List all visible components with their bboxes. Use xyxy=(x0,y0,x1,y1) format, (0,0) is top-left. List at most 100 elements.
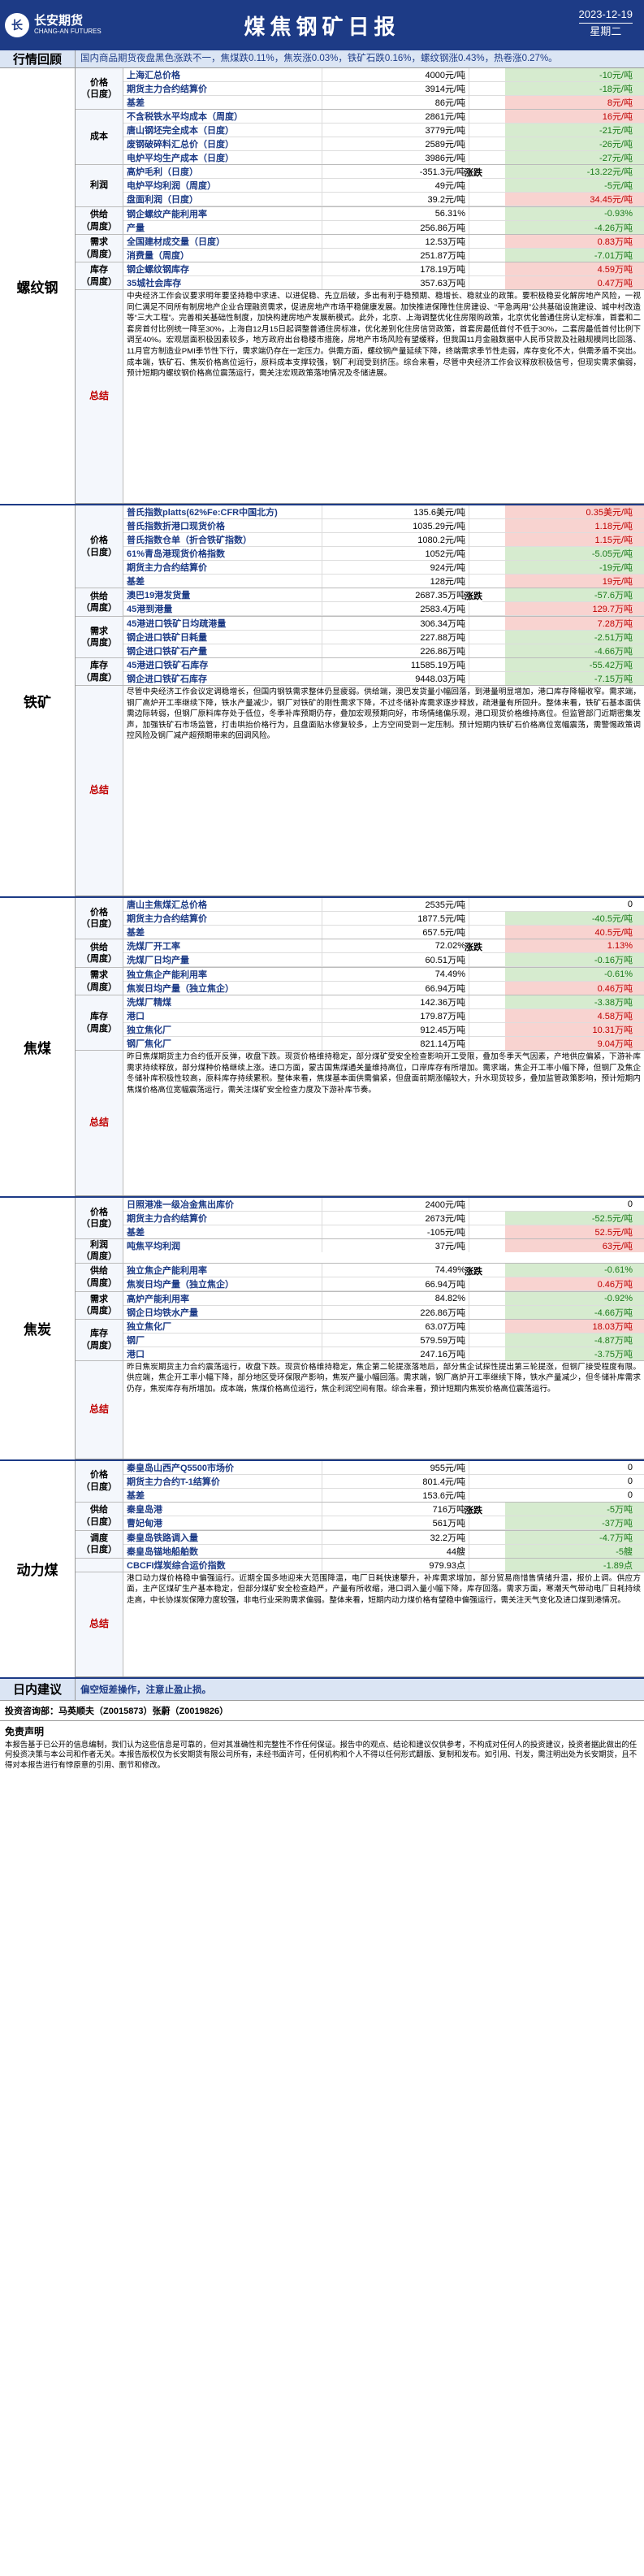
indicator-value: 579.59万吨 xyxy=(322,1333,469,1347)
indicator-value: 3986元/吨 xyxy=(322,151,469,164)
direction-label: 涨跌 xyxy=(465,940,482,953)
direction-cell xyxy=(469,617,505,630)
indicator-name: 普氏指数折港口现货价格 xyxy=(127,522,225,531)
indicator-change: -4.26万吨 xyxy=(505,221,644,234)
indicator-name: 独立焦企产能利用率 xyxy=(127,1265,207,1276)
indicator-change: -4.87万吨 xyxy=(505,1333,644,1347)
indicator-value: 2861元/吨 xyxy=(322,110,469,123)
indicator-name: CBCFI煤炭综合运价指数 xyxy=(127,1560,226,1571)
indicator-change: -5万吨 xyxy=(505,1502,644,1516)
direction-cell xyxy=(469,1334,505,1347)
indicator-change: 19元/吨 xyxy=(505,575,644,588)
section-summary: 总结 港口动力煤价格稳中偏强运行。近期全国多地迎来大范围降温，电厂日耗快速攀升，补… xyxy=(76,1572,644,1677)
indicator-change: 0.47万吨 xyxy=(505,276,644,289)
indicator-value: 2687.35万吨 xyxy=(322,588,469,601)
indicator-change: 4.58万吨 xyxy=(505,1009,644,1022)
summary-text: 港口动力煤价格稳中偏强运行。近期全国多地迎来大范围降温，电厂日耗快速攀升，补库需… xyxy=(127,1573,641,1605)
indicator-name: 独立焦企产能利用率 xyxy=(127,970,207,980)
indicator-change: -52.5元/吨 xyxy=(505,1212,644,1225)
section-body: 价格 （日度） 秦皇岛山西产Q5500市场价 955元/吨 0 期货主力合约T-1结算价… xyxy=(76,1460,644,1677)
indicator-name: 钢企进口铁矿石产量 xyxy=(127,647,207,657)
section-2: 焦煤 价格 （日度） 唐山主焦煤汇总价格 2535元/吨 0 期货主力合约结算价 1877.… xyxy=(0,898,644,1198)
indicator-row: 基差 153.6元/吨 0 xyxy=(123,1488,644,1502)
indicator-name: 基差 xyxy=(127,1490,145,1501)
direction-cell xyxy=(469,533,505,546)
indicator-value: 128元/吨 xyxy=(322,575,469,588)
direction-cell xyxy=(469,631,505,644)
summary-text: 中央经济工作会议要求明年要坚持稳中求进、以进促稳、先立后破，多出有利于稳预期、稳… xyxy=(127,292,641,379)
group-rows: CBCFI煤炭综合运价指数 979.93点 -1.89点 xyxy=(123,1558,644,1572)
section-summary: 总结 昨日焦煤期货主力合约低开反弹，收盘下跌。现货价格维持稳定，部分煤矿受安全检查… xyxy=(76,1051,644,1196)
group-label: 供给 （周度） xyxy=(76,939,123,967)
indicator-change: 34.45元/吨 xyxy=(505,193,644,206)
group-label: 需求 （周度） xyxy=(76,968,123,995)
indicator-change: 52.5元/吨 xyxy=(505,1225,644,1238)
direction-label: 涨跌 xyxy=(465,166,482,179)
indicator-row: 洗煤厂精煤 142.36万吨 -3.38万吨 xyxy=(123,995,644,1009)
indicator-value: 1035.29元/吨 xyxy=(322,519,469,532)
section-body: 价格 （日度） 普氏指数platts(62%Fe:CFR中国北方) 135.6美元/… xyxy=(76,505,644,896)
group-label: 价格 （日度） xyxy=(76,1460,123,1502)
indicator-row: 澳巴19港发货量 2687.35万吨 -57.6万吨 xyxy=(123,588,644,602)
section-body: 价格 （日度） 唐山主焦煤汇总价格 2535元/吨 0 期货主力合约结算价 1877.5元… xyxy=(76,898,644,1196)
section-body: 价格 （日度） 上海汇总价格 4000元/吨 -10元/吨 期货主力合约结算价 3914元… xyxy=(76,68,644,504)
indicator-change: 0 xyxy=(505,1460,644,1474)
indicator-row: 电炉平均生产成本（日度） 3986元/吨 -27元/吨 xyxy=(123,151,644,164)
indicator-value: 4000元/吨 xyxy=(322,68,469,81)
direction-cell xyxy=(469,249,505,262)
indicator-value: 86元/吨 xyxy=(322,96,469,109)
indicator-change: 1.13% xyxy=(505,939,644,952)
indicator-change: -3.75万吨 xyxy=(505,1347,644,1360)
indicator-change: 10.31万吨 xyxy=(505,1023,644,1036)
group-label: 需求 （周度） xyxy=(76,1291,123,1319)
group-rows: 吨焦平均利润 37元/吨 63元/吨 xyxy=(123,1239,644,1263)
indicator-group: 价格 （日度） 日照港准一级冶金焦出库价 2400元/吨 0 期货主力合约结算价 2673… xyxy=(76,1198,644,1239)
indicator-value: 66.94万吨 xyxy=(322,982,469,995)
indicator-name: 消费量（周度） xyxy=(127,251,189,261)
direction-cell xyxy=(469,898,505,911)
indicator-change: -7.15万吨 xyxy=(505,672,644,685)
indicator-value: 32.2万吨 xyxy=(322,1530,469,1544)
indicator-change: -5.05元/吨 xyxy=(505,547,644,560)
indicator-row: 上海汇总价格 4000元/吨 -10元/吨 xyxy=(123,68,644,82)
direction-cell xyxy=(469,912,505,925)
direction-cell xyxy=(469,561,505,574)
group-label: 价格 （日度） xyxy=(76,68,123,109)
investment-consulting: 投资咨询部：马英顺夫（Z0015873）张蔚（Z0019826） xyxy=(0,1701,644,1721)
indicator-change: -1.89点 xyxy=(505,1558,644,1572)
indicator-group: 价格 （日度） 秦皇岛山西产Q5500市场价 955元/吨 0 期货主力合约T-1结算价… xyxy=(76,1460,644,1503)
direction-cell xyxy=(469,505,505,518)
indicator-row: 独立焦企产能利用率 74.49% -0.61% xyxy=(123,1263,644,1277)
indicator-group: 成本 不含税铁水平均成本（周度） 2861元/吨 16元/吨 唐山钢坯完全成本（日度） 3… xyxy=(76,110,644,165)
indicator-value: 179.87万吨 xyxy=(322,1009,469,1022)
indicator-change: 0.35美元/吨 xyxy=(505,505,644,518)
group-rows: 高炉毛利（日度） -351.3元/吨 -13.22元/吨 电炉平均利润（周度） 49元/… xyxy=(123,165,644,206)
indicator-group: 库存 （周度） 45港进口铁矿石库存 11585.19万吨 -55.42万吨 钢企进口铁… xyxy=(76,658,644,686)
direction-cell xyxy=(469,1531,505,1544)
indicator-value: 49元/吨 xyxy=(322,179,469,192)
group-label: 库存 （周度） xyxy=(76,995,123,1050)
indicator-row: 不含税铁水平均成本（周度） 2861元/吨 16元/吨 xyxy=(123,110,644,124)
indicator-group: CBCFI煤炭综合运价指数 979.93点 -1.89点 xyxy=(76,1558,644,1572)
group-rows: 钢企螺纹钢库存 178.19万吨 4.59万吨 35城社会库存 357.63万吨 0.47… xyxy=(123,262,644,289)
indicator-name: 唐山钢坯完全成本（日度） xyxy=(127,126,234,136)
direction-cell xyxy=(469,1347,505,1360)
indicator-change: 16元/吨 xyxy=(505,110,644,123)
indicator-row: 秦皇岛铁路调入量 32.2万吨 -4.7万吨 xyxy=(123,1530,644,1545)
indicator-value: 226.86万吨 xyxy=(322,1305,469,1319)
indicator-change: -4.66万吨 xyxy=(505,1305,644,1319)
summary-text: 尽管中央经济工作会议定调稳增长，但国内钢铁需求整体仍显疲弱。供给端，澳巴发货量小… xyxy=(127,687,641,741)
group-rows: 独立焦企产能利用率 74.49% -0.61% 焦炭日均产量（独立焦企） 66.94万吨… xyxy=(123,968,644,995)
direction-cell xyxy=(469,575,505,588)
direction-cell xyxy=(469,953,505,966)
indicator-change: 40.5元/吨 xyxy=(505,926,644,939)
direction-cell xyxy=(469,110,505,123)
report-header: 长 长安期货 CHANG-AN FUTURES 煤焦钢矿日报 2023-12-1… xyxy=(0,0,644,50)
indicator-row: 废钢破碎料汇总价（日度） 2589元/吨 -26元/吨 xyxy=(123,137,644,151)
indicator-row: 钢企进口铁矿日耗量 227.88万吨 -2.51万吨 xyxy=(123,631,644,644)
disclaimer-text: 本报告基于已公开的信息编制，我们认为这些信息是可靠的，但对其准确性和完整性不作任… xyxy=(5,1739,638,1769)
section-summary: 总结 中央经济工作会议要求明年要坚持稳中求进、以进促稳、先立后破，多出有利于稳预期… xyxy=(76,290,644,504)
indicator-name: 全国建材成交量（日度） xyxy=(127,237,225,247)
section-3: 焦炭 价格 （日度） 日照港准一级冶金焦出库价 2400元/吨 0 期货主力合约结算价 26… xyxy=(0,1198,644,1461)
indicator-name: 钢企螺纹产能利用率 xyxy=(127,210,207,219)
